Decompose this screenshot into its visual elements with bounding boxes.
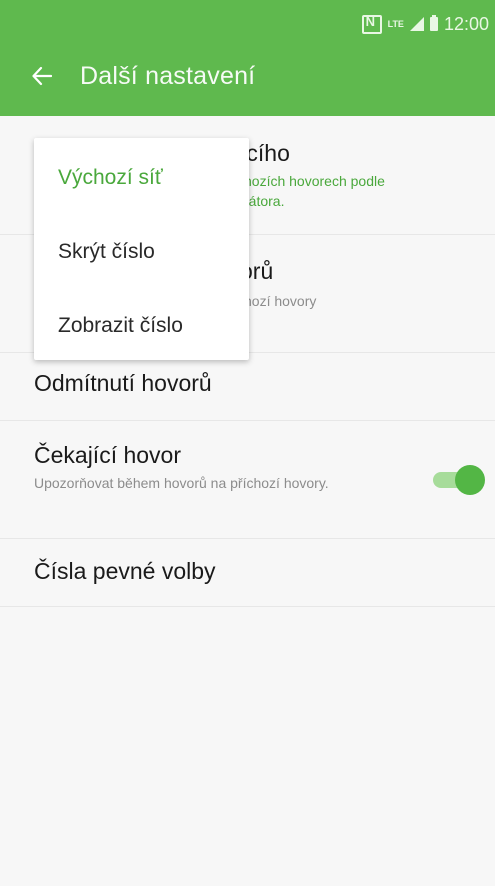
caller-id-popup-menu: Výchozí síť Skrýt číslo Zobrazit číslo (34, 138, 249, 360)
settings-item-call-rejection[interactable]: Odmítnutí hovorů (0, 352, 495, 421)
lte-icon: LTE (387, 19, 404, 29)
call-waiting-title: Čekající hovor (34, 442, 182, 468)
settings-item-fixed-dialing[interactable]: Čísla pevné volby (0, 538, 495, 607)
status-time: 12:00 (443, 13, 489, 34)
call-waiting-subtitle: Upozorňovat během hovorů na příchozí hov… (34, 475, 329, 491)
settings-item-call-waiting[interactable]: Čekající hovor Upozorňovat během hovorů … (0, 420, 495, 539)
fixed-dialing-title: Čísla pevné volby (34, 558, 216, 584)
caller-id-subtitle-line1: hozích hovorech podle (244, 173, 385, 189)
battery-icon (429, 15, 438, 31)
popup-item-default-network[interactable]: Výchozí síť (58, 166, 163, 190)
call-rejection-title: Odmítnutí hovorů (34, 370, 212, 396)
toggle-thumb (455, 465, 485, 495)
app-bar: LTE 12:00 Další nastavení (0, 0, 495, 116)
status-bar: LTE 12:00 (361, 12, 489, 36)
popup-item-hide-number[interactable]: Skrýt číslo (58, 240, 155, 264)
page-title: Další nastavení (80, 62, 256, 90)
popup-item-show-number[interactable]: Zobrazit číslo (58, 314, 183, 338)
caller-id-subtitle-line2: rátora. (244, 193, 285, 209)
call-forwarding-subtitle: hozí hovory (244, 293, 317, 309)
back-arrow-icon[interactable] (32, 66, 52, 86)
signal-icon (409, 17, 424, 31)
nfc-icon (361, 14, 382, 34)
call-waiting-toggle[interactable] (433, 465, 485, 495)
